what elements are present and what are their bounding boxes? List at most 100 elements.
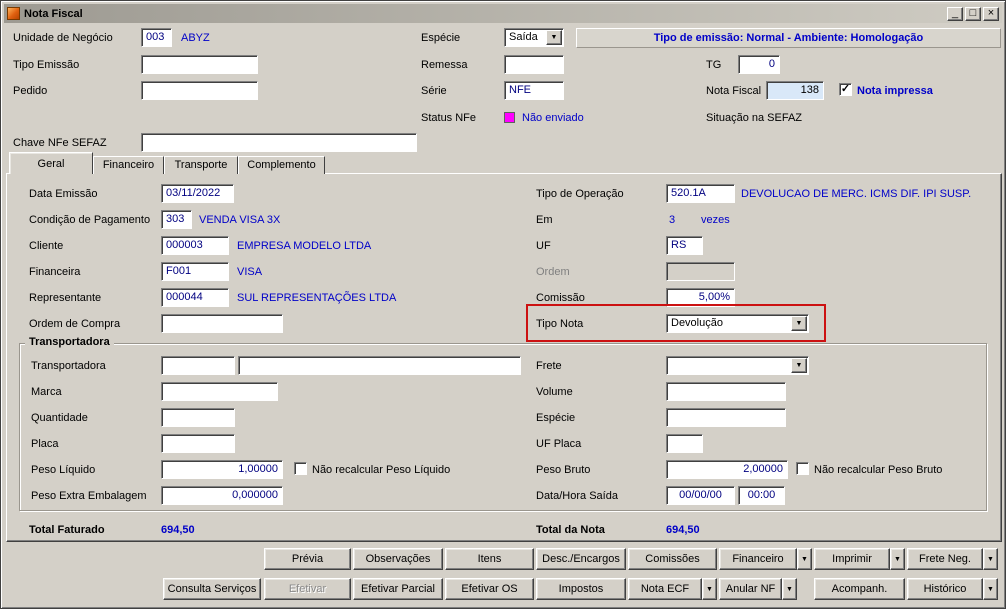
tab-complemento[interactable]: Complemento xyxy=(238,156,325,174)
especie-select[interactable]: Saída ▼ xyxy=(504,28,564,47)
frete-select[interactable]: ▼ xyxy=(666,356,809,375)
cliente-desc: EMPRESA MODELO LTDA xyxy=(237,240,372,252)
financeira-desc: VISA xyxy=(237,266,263,278)
em-value: 3 xyxy=(669,214,676,226)
uf-placa-label: UF Placa xyxy=(536,438,582,450)
unidade-negocio-label: Unidade de Negócio xyxy=(13,32,113,44)
status-nfe-label: Status NFe xyxy=(421,112,477,124)
chevron-down-icon[interactable]: ▼ xyxy=(791,316,807,331)
efetivar-parcial-button[interactable]: Efetivar Parcial xyxy=(353,578,443,600)
peso-liquido-field[interactable]: 1,00000 xyxy=(161,460,283,479)
data-saida-field[interactable]: 00/00/00 xyxy=(666,486,735,505)
situacao-sefaz-label: Situação na SEFAZ xyxy=(706,112,802,124)
cliente-field[interactable]: 000003 xyxy=(161,236,229,255)
chevron-down-icon[interactable]: ▼ xyxy=(546,30,562,45)
comissoes-button[interactable]: Comissões xyxy=(628,548,717,570)
cliente-label: Cliente xyxy=(29,240,64,252)
anular-nf-dropdown-icon[interactable]: ▼ xyxy=(782,578,797,600)
nota-fiscal-field[interactable]: 138 xyxy=(766,81,824,100)
nao-recalcular-peso-bruto-checkbox[interactable] xyxy=(796,462,809,475)
serie-field[interactable]: NFE xyxy=(504,81,564,100)
placa-label: Placa xyxy=(31,438,59,450)
impostos-button[interactable]: Impostos xyxy=(536,578,626,600)
acompanh-button[interactable]: Acompanh. xyxy=(814,578,905,600)
ordem-compra-label: Ordem de Compra xyxy=(29,318,121,330)
tipo-emissao-field[interactable] xyxy=(141,55,258,74)
peso-extra-field[interactable]: 0,000000 xyxy=(161,486,283,505)
tipo-nota-label: Tipo Nota xyxy=(536,318,584,330)
minimize-icon[interactable]: _ xyxy=(947,6,963,21)
volume-label: Volume xyxy=(536,386,573,398)
desc-encargos-button[interactable]: Desc./Encargos xyxy=(536,548,626,570)
placa-field[interactable] xyxy=(161,434,235,453)
observacoes-button[interactable]: Observações xyxy=(353,548,443,570)
close-icon[interactable]: × xyxy=(983,6,999,21)
tipo-nota-select[interactable]: Devolução ▼ xyxy=(666,314,809,333)
transportadora-code-field[interactable] xyxy=(161,356,235,375)
tab-transporte[interactable]: Transporte xyxy=(164,156,238,174)
frete-neg-button[interactable]: Frete Neg. xyxy=(907,548,983,570)
uf-field[interactable]: RS xyxy=(666,236,703,255)
tipo-operacao-field[interactable]: 520.1A xyxy=(666,184,735,203)
pedido-field[interactable] xyxy=(141,81,258,100)
quantidade-field[interactable] xyxy=(161,408,235,427)
data-hora-saida-label: Data/Hora Saída xyxy=(536,490,618,502)
titlebar[interactable]: Nota Fiscal _ □ × xyxy=(4,4,1002,23)
historico-dropdown-icon[interactable]: ▼ xyxy=(983,578,998,600)
nota-ecf-button[interactable]: Nota ECF xyxy=(628,578,702,600)
financeira-field[interactable]: F001 xyxy=(161,262,229,281)
tipo-nota-value: Devolução xyxy=(671,317,723,329)
imprimir-button[interactable]: Imprimir xyxy=(814,548,890,570)
marca-field[interactable] xyxy=(161,382,278,401)
comissao-label: Comissão xyxy=(536,292,585,304)
tg-field[interactable]: 0 xyxy=(738,55,780,74)
nota-fiscal-label: Nota Fiscal xyxy=(706,85,762,97)
volume-field[interactable] xyxy=(666,382,786,401)
nota-ecf-dropdown-icon[interactable]: ▼ xyxy=(702,578,717,600)
chave-nfe-field[interactable] xyxy=(141,133,417,152)
uf-label: UF xyxy=(536,240,551,252)
nota-impressa-checkbox[interactable]: ✓ xyxy=(839,83,852,96)
historico-button[interactable]: Histórico xyxy=(907,578,983,600)
unidade-negocio-field[interactable]: 003 xyxy=(141,28,172,47)
nao-recalcular-peso-liquido-checkbox[interactable] xyxy=(294,462,307,475)
especie-transporte-field[interactable] xyxy=(666,408,786,427)
financeiro-dropdown-icon[interactable]: ▼ xyxy=(797,548,812,570)
frete-neg-dropdown-icon[interactable]: ▼ xyxy=(983,548,998,570)
comissao-field[interactable]: 5,00% xyxy=(666,288,735,307)
anular-nf-button[interactable]: Anular NF xyxy=(719,578,782,600)
representante-desc: SUL REPRESENTAÇÕES LTDA xyxy=(237,292,397,304)
maximize-icon[interactable]: □ xyxy=(965,6,981,21)
uf-placa-field[interactable] xyxy=(666,434,703,453)
emissao-ambiente-banner: Tipo de emissão: Normal - Ambiente: Homo… xyxy=(576,28,1001,48)
transportadora-name-field[interactable] xyxy=(238,356,521,375)
nota-fiscal-window: Nota Fiscal _ □ × Unidade de Negócio 003… xyxy=(0,0,1006,609)
imprimir-dropdown-icon[interactable]: ▼ xyxy=(890,548,905,570)
efetivar-os-button[interactable]: Efetivar OS xyxy=(445,578,534,600)
tipo-operacao-label: Tipo de Operação xyxy=(536,188,624,200)
peso-liquido-label: Peso Líquido xyxy=(31,464,96,476)
data-emissao-field[interactable]: 03/11/2022 xyxy=(161,184,234,203)
itens-button[interactable]: Itens xyxy=(445,548,534,570)
previa-button[interactable]: Prévia xyxy=(264,548,351,570)
transportadora-group-label: Transportadora xyxy=(25,336,114,348)
chevron-down-icon[interactable]: ▼ xyxy=(791,358,807,373)
nao-recalcular-peso-liquido-label: Não recalcular Peso Líquido xyxy=(312,464,451,476)
tab-geral[interactable]: Geral xyxy=(9,152,93,174)
remessa-field[interactable] xyxy=(504,55,564,74)
consulta-servicos-button[interactable]: Consulta Serviços xyxy=(163,578,261,600)
condicao-pagamento-field[interactable]: 303 xyxy=(161,210,192,229)
window-title: Nota Fiscal xyxy=(24,7,83,20)
status-nfe-value: Não enviado xyxy=(522,112,584,124)
tab-financeiro[interactable]: Financeiro xyxy=(93,156,164,174)
peso-bruto-field[interactable]: 2,00000 xyxy=(666,460,788,479)
representante-field[interactable]: 000044 xyxy=(161,288,229,307)
condicao-pagamento-desc: VENDA VISA 3X xyxy=(199,214,281,226)
total-faturado-label: Total Faturado xyxy=(29,524,105,536)
app-icon xyxy=(7,7,20,20)
ordem-compra-field[interactable] xyxy=(161,314,283,333)
hora-saida-field[interactable]: 00:00 xyxy=(738,486,785,505)
total-da-nota-value: 694,50 xyxy=(666,524,700,536)
transportadora-label: Transportadora xyxy=(31,360,106,372)
financeiro-button[interactable]: Financeiro xyxy=(719,548,797,570)
